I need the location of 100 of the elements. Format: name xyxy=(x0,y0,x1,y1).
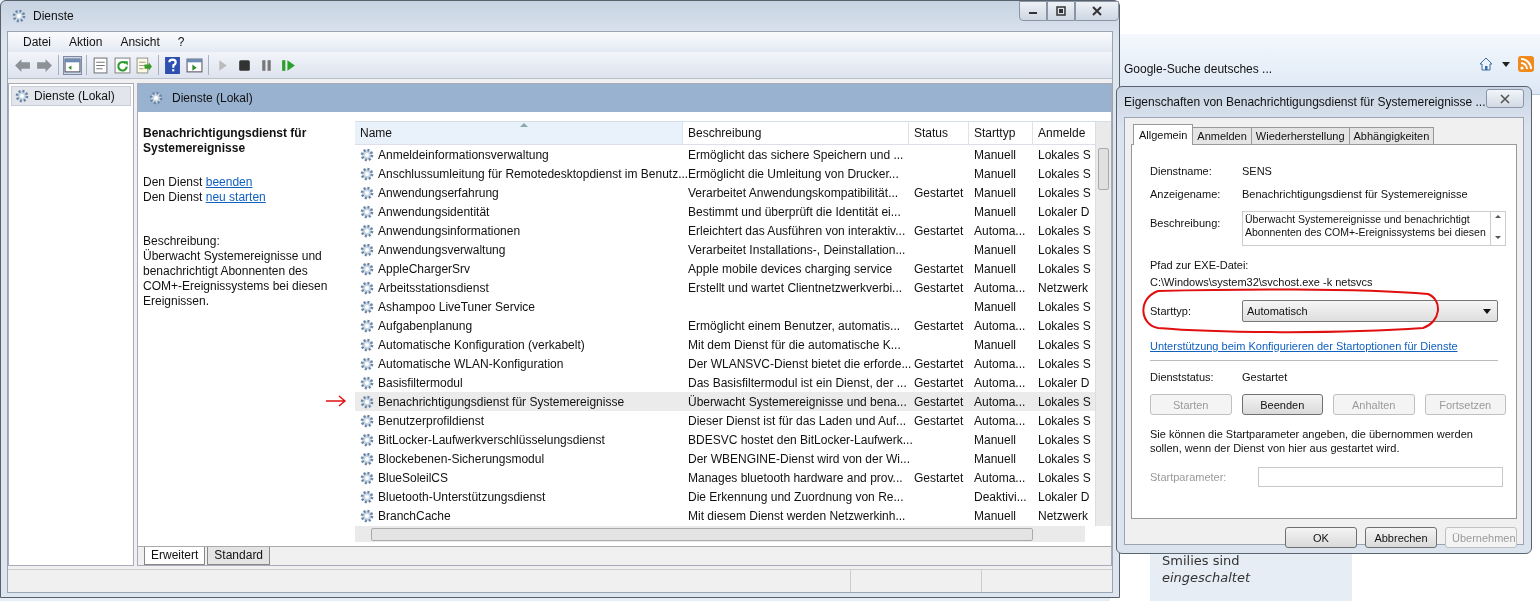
menu-item[interactable]: ? xyxy=(168,35,194,49)
table-cell: Anmeldeinformationsverwaltung xyxy=(378,147,549,162)
table-cell: Lokales S xyxy=(1038,223,1091,238)
table-cell: Lokales S xyxy=(1038,185,1091,200)
table-row[interactable]: Blockebenen-Sicherungsmodul Der WBENGINE-Dienst wird von der Wi... Manuell Lokales S xyxy=(355,449,1095,468)
action-link[interactable]: neu starten xyxy=(205,190,266,204)
table-row[interactable]: BlueSoleilCS Manages bluetooth hardware and prov... Gestartet Automa... Lokales S xyxy=(355,468,1095,487)
dialog-tab[interactable]: Allgemein xyxy=(1133,124,1194,145)
menu-item[interactable]: Datei xyxy=(14,35,60,49)
dialog-title: Eigenschaften von Benachrichtigungsdienst für Systemereignisse ... xyxy=(1124,95,1486,109)
maximize-button[interactable] xyxy=(1047,1,1075,21)
sidebar-text: Smilies sind xyxy=(1162,552,1241,569)
table-cell: Die Erkennung und Zuordnung von Re... xyxy=(688,489,904,504)
field-label: Startparameter: xyxy=(1150,470,1228,483)
table-cell: Lokales S xyxy=(1038,432,1091,447)
table-cell: Netzwerk xyxy=(1038,508,1088,523)
action-pane-icon[interactable] xyxy=(186,56,203,74)
table-cell: Anwendungsinformationen xyxy=(378,223,521,238)
dialog-button[interactable]: OK xyxy=(1285,527,1357,548)
sort-icon xyxy=(520,123,528,127)
dialog-tab[interactable]: Abhängigkeiten xyxy=(1348,127,1435,144)
caret-icon[interactable] xyxy=(1502,61,1510,67)
gear-icon xyxy=(359,355,375,372)
table-cell: Anwendungserfahrung xyxy=(378,185,499,200)
close-button[interactable] xyxy=(1485,89,1524,108)
table-cell: Lokales S xyxy=(1038,318,1091,333)
hint-text: Sie können die Startparameter angeben, die übernommen werden sollen, wenn der Dienst von hier aus gestartet wird. xyxy=(1150,427,1474,455)
table-row[interactable]: Automatische Konfiguration (verkabelt) Mit dem Dienst für die automatische K... Manuell Lokales S xyxy=(355,335,1095,354)
column-header[interactable]: Beschreibung xyxy=(683,122,909,144)
startup-type-dropdown[interactable]: Automatisch xyxy=(1242,300,1498,322)
table-row[interactable]: Ashampoo LiveTuner Service Manuell Lokales S xyxy=(355,297,1095,316)
table-row[interactable]: Arbeitsstationsdienst Erstellt und wartet Clientnetzwerkverbi... Gestartet Automa... Netzwerk xyxy=(355,278,1095,297)
scrollbar[interactable] xyxy=(1491,211,1506,246)
scrollbar[interactable] xyxy=(355,526,1085,542)
column-header[interactable]: Name xyxy=(355,122,683,144)
table-row[interactable]: Aufgabenplanung Ermöglicht einem Benutzer, automatis... Gestartet Automa... Lokales S xyxy=(355,316,1095,335)
table-cell: Verarbeitet Anwendungskompatibilität... xyxy=(688,185,899,200)
table-cell: Erleichtert das Ausführen von interaktiv... xyxy=(688,223,906,238)
table-cell: Manuell xyxy=(974,451,1017,466)
dialog-button[interactable]: Abbrechen xyxy=(1365,527,1437,548)
help-link[interactable]: Unterstützung beim Konfigurieren der Startoptionen für Dienste xyxy=(1150,340,1506,352)
table-cell: Lokales S xyxy=(1038,394,1091,409)
close-button[interactable] xyxy=(1075,1,1119,21)
gear-icon xyxy=(359,241,375,258)
view-tab[interactable]: Standard xyxy=(207,547,271,565)
field-label: Dienstname: xyxy=(1150,164,1213,177)
table-cell: Manuell xyxy=(974,147,1017,162)
panel-toggle-icon[interactable] xyxy=(64,56,81,74)
gear-icon xyxy=(359,431,375,448)
table-cell: Manages bluetooth hardware and prov... xyxy=(688,470,903,485)
table-row[interactable]: AppleChargerSrv Apple mobile devices charging service Gestartet Manuell Lokales S xyxy=(355,259,1095,278)
refresh-icon[interactable] xyxy=(114,56,131,74)
help-icon[interactable] xyxy=(164,56,181,74)
table-row[interactable]: Bluetooth-Unterstützungsdienst Die Erkennung und Zuordnung von Re... Deaktivi... Lokaler D xyxy=(355,487,1095,506)
menu-item[interactable]: Aktion xyxy=(60,35,112,49)
home-icon[interactable] xyxy=(1478,56,1494,72)
rss-icon[interactable] xyxy=(1518,56,1534,72)
table-cell: Netzwerk xyxy=(1038,280,1088,295)
column-header[interactable]: Status xyxy=(909,122,969,144)
table-row[interactable]: Benutzerprofildienst Dieser Dienst ist für das Laden und Auf... Gestartet Automa... Lokales S xyxy=(355,411,1095,430)
action-text: Den Dienst beenden xyxy=(143,175,254,190)
table-row[interactable]: BranchCache Mit diesem Dienst werden Netzwerkinh... Manuell Netzwerk xyxy=(355,506,1095,525)
table-row[interactable]: Basisfiltermodul Das Basisfiltermodul ist ein Dienst, der ... Gestartet Automa... Lokaler D xyxy=(355,373,1095,392)
column-header[interactable]: Starttyp xyxy=(969,122,1033,144)
gear-icon xyxy=(359,279,375,296)
table-cell: Manuell xyxy=(974,204,1017,219)
table-cell: Mit dem Dienst für die automatische K... xyxy=(688,337,901,352)
table-row[interactable]: Anwendungserfahrung Verarbeitet Anwendungskompatibilität... Gestartet Manuell Lokales S xyxy=(355,183,1095,202)
table-cell: Der WLANSVC-Dienst bietet die erforde... xyxy=(688,356,912,371)
tree-item[interactable]: Dienste (Lokal) xyxy=(11,86,131,106)
column-header[interactable]: Anmelde xyxy=(1033,122,1095,144)
table-cell: BranchCache xyxy=(378,508,451,523)
table-row[interactable]: Anschlussumleitung für Remotedesktopdienst im Benutz...Ermöglicht die Umleitung von Drucker... Manuell Lokales S xyxy=(355,164,1095,183)
description-field[interactable]: Überwacht Systemereignisse und benachrichtigt Abonnenten des COM+-Ereignissystems bei diesen xyxy=(1242,211,1492,246)
dialog-tab[interactable]: Anmelden xyxy=(1192,127,1252,144)
view-tab[interactable]: Erweitert xyxy=(144,547,206,565)
table-cell: Automa... xyxy=(974,375,1026,390)
table-row[interactable]: BitLocker-Laufwerkverschlüsselungsdienst BDESVC hostet den BitLocker-Laufwerk... Manuell Lokales S xyxy=(355,430,1095,449)
table-cell: Gestartet xyxy=(914,318,964,333)
field-label: Starttyp: xyxy=(1150,305,1192,317)
table-row[interactable]: Anwendungsverwaltung Verarbeitet Installations-, Deinstallation... Manuell Lokales S xyxy=(355,240,1095,259)
scrollbar[interactable] xyxy=(1095,122,1111,526)
table-row[interactable]: Anwendungsinformationen Erleichtert das Ausführen von interaktiv... Gestartet Automa... Lokales S xyxy=(355,221,1095,240)
gear-icon xyxy=(359,412,375,429)
minimize-button[interactable] xyxy=(1019,1,1047,21)
menu-item[interactable]: Ansicht xyxy=(111,35,169,49)
service-button[interactable]: Beenden xyxy=(1241,394,1323,415)
table-cell: BitLocker-Laufwerkverschlüsselungsdienst xyxy=(378,432,605,447)
table-cell: Manuell xyxy=(974,185,1017,200)
dialog-tab[interactable]: Wiederherstellung xyxy=(1250,127,1350,144)
table-cell: Manuell xyxy=(974,261,1017,276)
action-link[interactable]: beenden xyxy=(205,175,253,189)
table-cell: Automa... xyxy=(974,223,1026,238)
table-row[interactable]: Anwendungsidentität Bestimmt und überprüft die Identität ei... Manuell Lokaler D xyxy=(355,202,1095,221)
table-row[interactable]: Automatische WLAN-Konfiguration Der WLANSVC-Dienst bietet die erforde... Gestartet Automa... Lokales S xyxy=(355,354,1095,373)
table-cell: Bluetooth-Unterstützungsdienst xyxy=(378,489,546,504)
table-row[interactable]: Anmeldeinformationsverwaltung Ermöglicht das sichere Speichern und ... Manuell Lokales S xyxy=(355,145,1095,164)
properties-icon[interactable] xyxy=(92,56,109,74)
export-list-icon[interactable] xyxy=(136,56,153,74)
table-cell: BDESVC hostet den BitLocker-Laufwerk... xyxy=(688,432,913,447)
